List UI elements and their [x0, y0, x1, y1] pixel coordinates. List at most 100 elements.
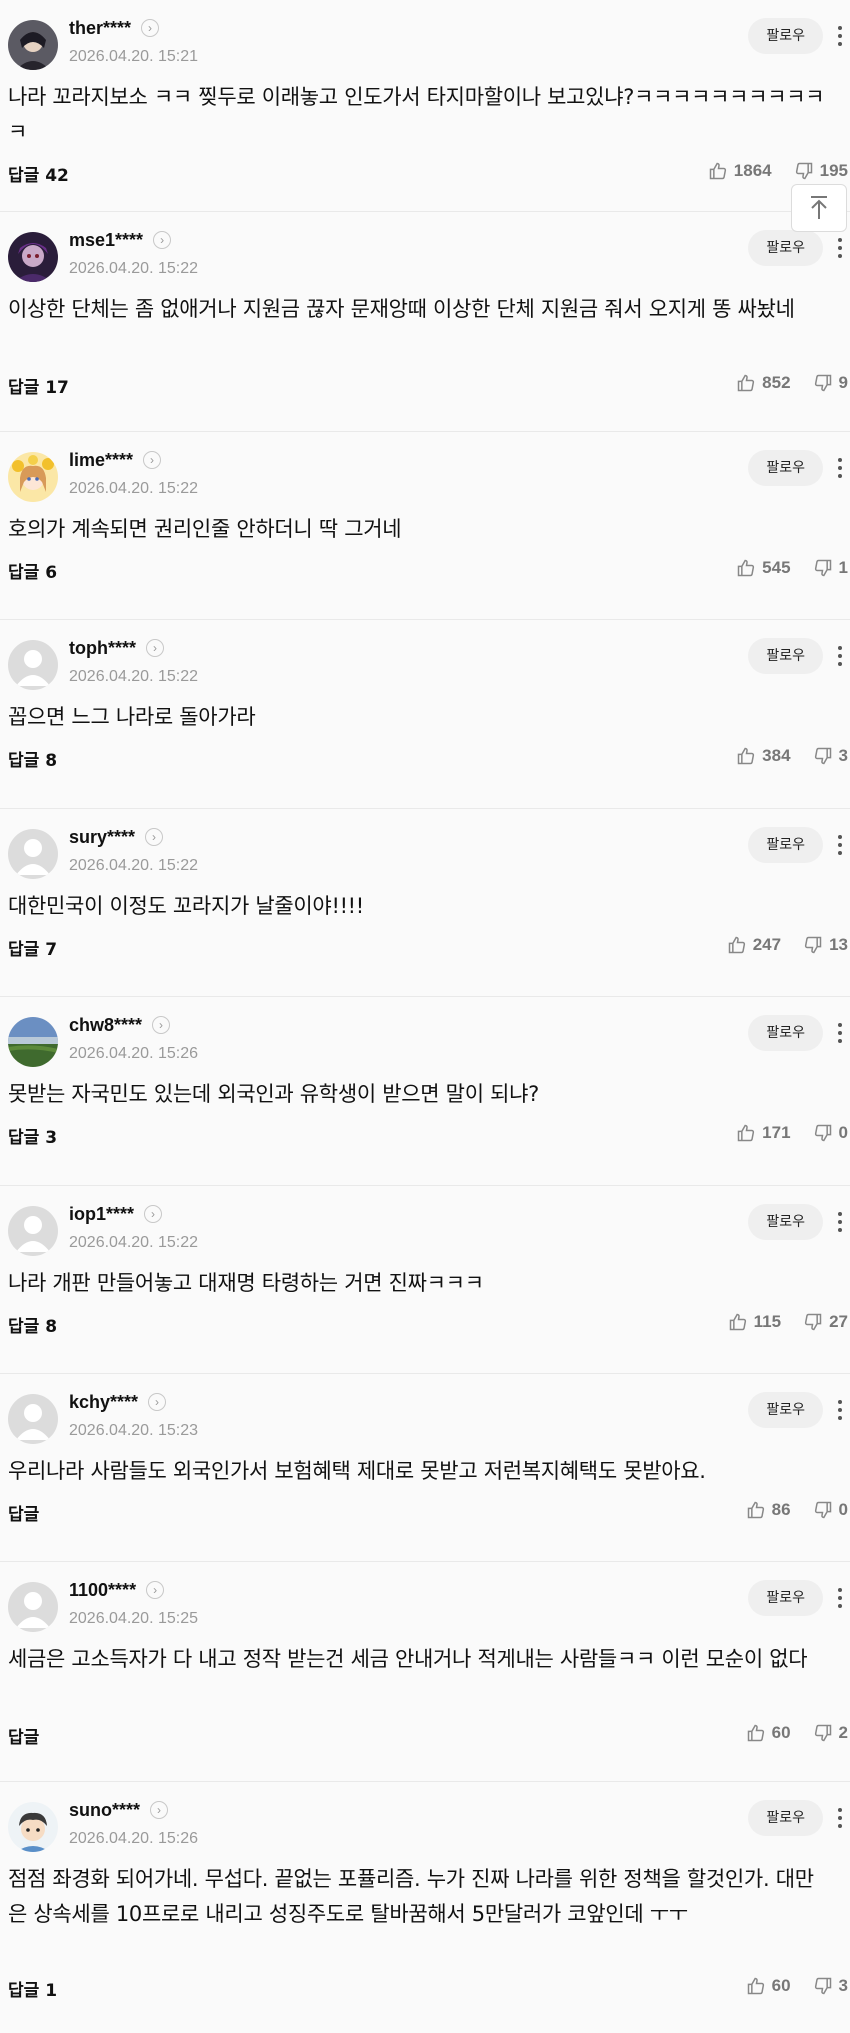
reply-button[interactable]: 답글 8	[8, 746, 57, 771]
more-options-icon[interactable]	[830, 638, 850, 674]
avatar[interactable]	[8, 1394, 58, 1444]
reply-button[interactable]: 답글 7	[8, 935, 57, 960]
follow-button[interactable]: 팔로우	[748, 230, 823, 266]
scroll-to-top-button[interactable]	[791, 184, 847, 232]
nickname[interactable]: lime**** ›	[69, 450, 162, 471]
like-count: 115	[753, 1312, 782, 1331]
dislike-button[interactable]: 1	[813, 558, 848, 578]
nickname[interactable]: 1100**** ›	[69, 1580, 165, 1601]
like-button[interactable]: 384	[736, 746, 791, 766]
like-count: 384	[762, 746, 791, 765]
avatar[interactable]	[8, 829, 58, 879]
dislike-button[interactable]: 9	[813, 373, 848, 393]
dislike-count: 0	[838, 1123, 848, 1142]
thumbs-up-icon	[737, 374, 755, 392]
reply-button[interactable]: 답글 17	[8, 373, 69, 398]
thumbs-down-icon	[804, 1313, 822, 1331]
dislike-button[interactable]: 0	[813, 1123, 848, 1143]
thumbs-down-icon	[814, 1501, 831, 1519]
reply-button[interactable]: 답글	[8, 1723, 39, 1748]
avatar[interactable]	[8, 1206, 58, 1256]
chevron-right-icon[interactable]: ›	[144, 1205, 163, 1223]
vote-bar: 60 3	[746, 1976, 848, 1996]
thumbs-down-icon	[814, 374, 831, 392]
dislike-button[interactable]: 0	[813, 1500, 848, 1520]
chevron-right-icon[interactable]: ›	[146, 639, 164, 657]
follow-button[interactable]: 팔로우	[748, 1800, 823, 1836]
dislike-button[interactable]: 2	[813, 1723, 848, 1743]
comment-item: chw8**** › 2026.04.20. 15:26 팔로우 못받는 자국민도…	[0, 997, 850, 1186]
nickname[interactable]: suno**** ›	[69, 1800, 169, 1821]
like-button[interactable]: 247	[727, 935, 781, 955]
comment-list: ther**** › 2026.04.20. 15:21 팔로우 나라 꼬라지보소…	[0, 0, 850, 2033]
nickname[interactable]: sury**** ›	[69, 827, 164, 848]
more-options-icon[interactable]	[830, 450, 850, 486]
follow-button[interactable]: 팔로우	[748, 1015, 823, 1051]
nickname[interactable]: toph**** ›	[69, 638, 164, 659]
nickname[interactable]: mse1**** ›	[69, 230, 172, 251]
more-options-icon[interactable]	[830, 1204, 850, 1240]
like-button[interactable]: 60	[746, 1976, 791, 1996]
avatar[interactable]	[8, 1582, 58, 1632]
dislike-button[interactable]: 13	[803, 935, 848, 955]
avatar[interactable]	[8, 1017, 58, 1067]
more-options-icon[interactable]	[830, 1015, 850, 1051]
dislike-count: 1	[838, 558, 848, 577]
chevron-right-icon[interactable]: ›	[148, 1393, 167, 1411]
thumbs-down-icon	[814, 747, 831, 765]
chevron-right-icon[interactable]: ›	[141, 19, 160, 37]
avatar[interactable]	[8, 640, 58, 690]
nickname[interactable]: ther**** ›	[69, 18, 160, 39]
more-options-icon[interactable]	[830, 18, 850, 54]
avatar[interactable]	[8, 232, 58, 282]
avatar[interactable]	[8, 452, 58, 502]
like-button[interactable]: 852	[736, 373, 791, 393]
chevron-right-icon[interactable]: ›	[150, 1801, 169, 1819]
dislike-button[interactable]: 195	[794, 161, 848, 181]
reply-button[interactable]: 답글 42	[8, 161, 69, 186]
nickname[interactable]: chw8**** ›	[69, 1015, 171, 1036]
avatar[interactable]	[8, 20, 58, 70]
reply-button[interactable]: 답글 1	[8, 1976, 57, 2001]
follow-button[interactable]: 팔로우	[748, 1580, 823, 1616]
like-button[interactable]: 1864	[708, 161, 772, 181]
like-button[interactable]: 545	[736, 558, 791, 578]
timestamp: 2026.04.20. 15:22	[69, 260, 199, 277]
more-options-icon[interactable]	[830, 1392, 850, 1428]
follow-button[interactable]: 팔로우	[748, 18, 823, 54]
like-button[interactable]: 171	[736, 1123, 791, 1143]
comment-text: 우리나라 사람들도 외국인가서 보험혜택 제대로 못받고 저런복지혜택도 못받아…	[8, 1459, 706, 1483]
chevron-right-icon[interactable]: ›	[152, 1016, 171, 1034]
more-options-icon[interactable]	[830, 1800, 850, 1836]
like-button[interactable]: 115	[728, 1312, 781, 1332]
more-options-icon[interactable]	[830, 1580, 850, 1616]
dislike-button[interactable]: 3	[813, 1976, 848, 1996]
dislike-button[interactable]: 27	[803, 1312, 848, 1332]
follow-button[interactable]: 팔로우	[748, 1392, 823, 1428]
comment-item: kchy**** › 2026.04.20. 15:23 팔로우 우리나라 사람들…	[0, 1374, 850, 1562]
avatar[interactable]	[8, 1802, 58, 1852]
chevron-right-icon[interactable]: ›	[153, 231, 172, 249]
reply-button[interactable]: 답글 3	[8, 1123, 57, 1148]
like-button[interactable]: 60	[746, 1723, 791, 1743]
reply-button[interactable]: 답글 6	[8, 558, 57, 583]
reply-button[interactable]: 답글 8	[8, 1312, 57, 1337]
dislike-button[interactable]: 3	[813, 746, 848, 766]
follow-button[interactable]: 팔로우	[748, 827, 823, 863]
more-options-icon[interactable]	[830, 230, 850, 266]
follow-button[interactable]: 팔로우	[748, 1204, 823, 1240]
reply-button[interactable]: 답글	[8, 1500, 39, 1525]
more-options-icon[interactable]	[830, 827, 850, 863]
nickname[interactable]: iop1**** ›	[69, 1204, 163, 1225]
dislike-count: 195	[819, 161, 848, 180]
nickname[interactable]: kchy**** ›	[69, 1392, 167, 1413]
follow-button[interactable]: 팔로우	[748, 638, 823, 674]
like-count: 86	[771, 1500, 791, 1519]
thumbs-up-icon	[737, 747, 755, 765]
like-button[interactable]: 86	[746, 1500, 791, 1520]
chevron-right-icon[interactable]: ›	[145, 828, 164, 846]
comment-item: lime**** › 2026.04.20. 15:22 팔로우 호의가 계속되면…	[0, 432, 850, 620]
chevron-right-icon[interactable]: ›	[146, 1581, 165, 1599]
chevron-right-icon[interactable]: ›	[143, 451, 162, 469]
follow-button[interactable]: 팔로우	[748, 450, 823, 486]
